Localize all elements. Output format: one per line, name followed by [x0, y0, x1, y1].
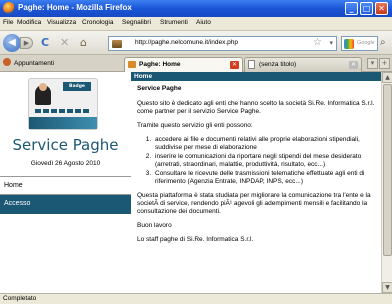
forward-button[interactable]: ▶ [20, 37, 33, 49]
page-title: Service Paghe [137, 85, 182, 92]
barcode-icon [35, 109, 91, 113]
sidebar: Badge Service Paghe Giovedì 26 Agosto 20… [0, 72, 131, 293]
menu-aiuto[interactable]: Aiuto [196, 19, 211, 26]
greeting: Buon lavoro [137, 222, 172, 229]
search-icon[interactable]: ⌕ [380, 37, 386, 48]
menu-strumenti[interactable]: Strumenti [160, 19, 188, 26]
status-bar: Completato [0, 293, 392, 304]
bookmark-label: Appuntamenti [14, 60, 55, 67]
person-head-icon [39, 83, 47, 91]
tab-favicon-icon [128, 61, 136, 68]
bookmark-star-icon[interactable]: ☆ [313, 37, 322, 48]
sidebar-item-label: Home [4, 182, 23, 189]
sidebar-item-accesso[interactable]: Accesso [0, 195, 131, 214]
new-tab-button[interactable]: + [379, 58, 390, 69]
url-bar[interactable]: http://paghe.nelcomune.it/index.php ☆ ▾ [108, 36, 337, 51]
main-panel: Home Service Paghe Questo sito è dedicat… [131, 72, 381, 293]
bookmark-icon [3, 58, 11, 66]
vertical-scrollbar[interactable]: ▲ ▼ [381, 72, 392, 293]
menu-file[interactable]: File [3, 19, 13, 26]
list-item: accedere ai file e documenti relativi al… [153, 136, 377, 152]
services-list: accedere ai file e documenti relativi al… [153, 136, 377, 186]
page-content: Badge Service Paghe Giovedì 26 Agosto 20… [0, 72, 392, 293]
menu-segnalibri[interactable]: Segnalibri [122, 19, 151, 26]
tab-senza-titolo[interactable]: (senza titolo) ✕ [244, 57, 362, 72]
menu-bar: File Modifica Visualizza Cronologia Segn… [0, 17, 392, 31]
google-icon[interactable] [344, 39, 354, 49]
url-dropdown-icon[interactable]: ▾ [329, 39, 333, 47]
signature: Lo staff paghe di Si.Re. Informatica S.r… [137, 236, 254, 243]
home-icon[interactable]: ⌂ [80, 37, 87, 49]
url-text[interactable]: http://paghe.nelcomune.it/index.php [135, 39, 238, 46]
reload-icon[interactable]: C [41, 37, 49, 49]
tab-label: Paghe: Home [139, 61, 181, 68]
scroll-thumb[interactable] [383, 84, 392, 256]
badge-label: Badge [63, 82, 91, 91]
scroll-up-icon[interactable]: ▲ [382, 72, 392, 83]
intro-paragraph: Questo sito è dedicato agli enti che han… [137, 100, 375, 115]
sidebar-item-label: Accesso [4, 200, 31, 207]
tab-close-icon[interactable]: ✕ [349, 61, 358, 69]
list-item: Consultare le ricevute delle trasmission… [153, 170, 377, 186]
tab-label: (senza titolo) [259, 61, 297, 68]
tab-bar: Appuntamenti Paghe: Home ✕ (senza titolo… [0, 55, 392, 72]
menu-cronologia[interactable]: Cronologia [82, 19, 113, 26]
search-placeholder: Google [357, 40, 375, 46]
close-window-button[interactable]: ✕ [375, 2, 388, 15]
list-item: inserire le comunicazioni da riportare n… [153, 153, 377, 169]
back-button[interactable]: ◀ [3, 34, 21, 52]
scroll-down-icon[interactable]: ▼ [382, 282, 392, 293]
tab-close-icon[interactable]: ✕ [230, 61, 239, 69]
panel-body: Service Paghe Questo sito è dedicato agl… [137, 85, 377, 250]
menu-modifica[interactable]: Modifica [17, 19, 41, 26]
tab-paghe-home[interactable]: Paghe: Home ✕ [124, 57, 243, 72]
maximize-button[interactable]: □ [360, 2, 373, 15]
blank-page-icon [248, 60, 255, 69]
minimize-button[interactable]: _ [345, 2, 358, 15]
sidebar-item-home[interactable]: Home [0, 176, 131, 195]
panel-header: Home [131, 72, 381, 81]
list-all-tabs-button[interactable]: ▾ [367, 58, 378, 69]
status-text: Completato [3, 295, 37, 302]
services-lead: Tramite questo servizio gli enti possono… [137, 122, 253, 129]
firefox-icon [3, 2, 15, 14]
bookmark-appuntamenti[interactable]: Appuntamenti [3, 58, 54, 67]
service-logo: Badge [28, 78, 98, 130]
brand-title: Service Paghe [12, 136, 119, 154]
window-titlebar: Paghe: Home - Mozilla Firefox _ □ ✕ [0, 0, 392, 17]
closing-paragraph: Questa piattaforma è stata studiata per … [137, 192, 371, 215]
menu-visualizza[interactable]: Visualizza [47, 19, 76, 26]
stop-icon[interactable]: ✕ [60, 37, 69, 49]
current-date: Giovedì 26 Agosto 2010 [30, 160, 101, 167]
navigation-toolbar: ◀ ▶ C ✕ ⌂ http://paghe.nelcomune.it/inde… [0, 31, 392, 55]
logo-strip [29, 117, 97, 129]
window-title: Paghe: Home - Mozilla Firefox [18, 3, 132, 12]
site-favicon-icon [112, 40, 122, 48]
search-bar[interactable]: Google [341, 36, 378, 51]
